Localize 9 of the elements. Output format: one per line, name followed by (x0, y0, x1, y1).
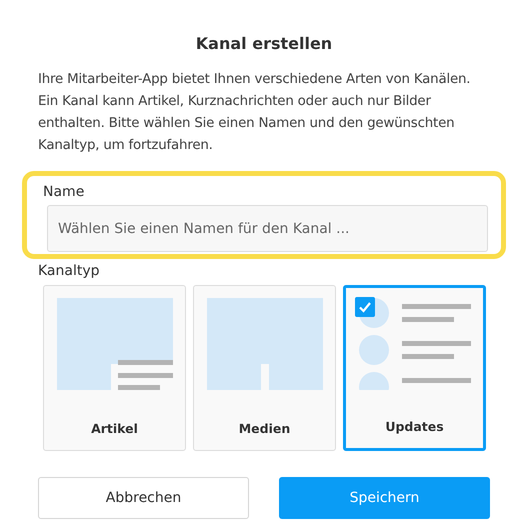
channel-type-card[interactable]: Medien (193, 285, 336, 451)
field-label: Name (43, 184, 86, 200)
dialog-title: Kanal erstellen (194, 34, 334, 53)
description-text: Ihre Mitarbeiter-App bietet Ihnen verschiedene Arten von Kanälen. Ein Kanal kann Artikel, Kurznachrichten oder auch nur Bilder enthalten. Bitte wählen Sie einen Namen und den gewünschten Kanaltyp, um fortzufahren. (38, 71, 472, 155)
channel-type-card[interactable]: Updates (343, 285, 486, 451)
name-input-field[interactable]: Wählen Sie einen Namen für den Kanal ... (47, 205, 488, 252)
field-label: Kanaltyp (38, 263, 101, 279)
cancel-button[interactable]: Abbrechen (38, 477, 249, 519)
channel-type-card[interactable]: Artikel (43, 285, 186, 451)
